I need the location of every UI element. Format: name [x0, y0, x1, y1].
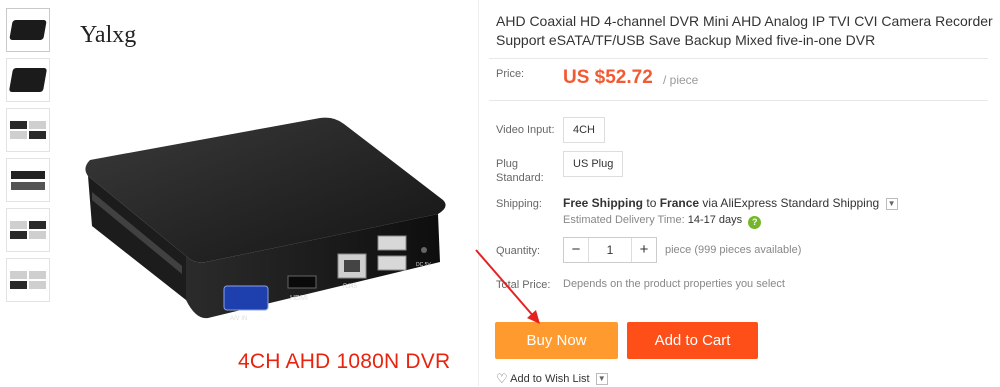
dvr-thumb-image [10, 271, 46, 289]
buy-now-button[interactable]: Buy Now [495, 322, 618, 359]
total-price-text: Depends on the product properties you se… [563, 278, 785, 290]
dvr-thumb-image [8, 68, 48, 92]
dvr-thumb-image [10, 121, 46, 139]
thumbnail-4[interactable] [6, 158, 50, 202]
total-price-label: Total Price: [496, 279, 551, 291]
divider [489, 58, 988, 59]
delivery-days: 14-17 days [687, 214, 743, 226]
rj45-label: RJ45 [343, 284, 358, 290]
shipping-country[interactable]: France [660, 196, 699, 210]
thumbnail-1[interactable] [6, 8, 50, 52]
chevron-down-icon[interactable]: ▼ [885, 198, 898, 210]
shipping-label: Shipping: [496, 198, 542, 210]
quantity-input[interactable]: 1 [588, 238, 632, 262]
thumbnail-strip [6, 8, 52, 308]
quantity-label: Quantity: [496, 245, 541, 257]
wish-list-label: Add to Wish List [510, 373, 590, 385]
vga-port [223, 285, 269, 311]
thumbnail-2[interactable] [6, 58, 50, 102]
quantity-stepper: − 1 + [563, 237, 657, 263]
price-unit: / piece [663, 73, 699, 87]
price-label: Price: [496, 68, 525, 80]
price-value: US $52.72 [563, 67, 653, 88]
add-to-cart-button[interactable]: Add to Cart [627, 322, 758, 359]
dvr-thumb-image [11, 170, 45, 190]
heart-icon: ♡ [496, 371, 508, 386]
dvr-device-illustration: A/V IN HDMI RJ45 DC 5V [85, 117, 446, 322]
power-label: DC 5V [416, 262, 431, 268]
delivery-estimate-label: Estimated Delivery Time: [563, 214, 685, 226]
product-info-panel: AHD Coaxial HD 4-channel DVR Mini AHD An… [478, 0, 1000, 386]
dvr-thumb-image [9, 20, 47, 40]
video-input-label: Video Input: [496, 124, 555, 136]
quantity-plus-button[interactable]: + [632, 238, 656, 262]
quantity-minus-button[interactable]: − [564, 238, 588, 262]
power-jack [421, 247, 427, 253]
vga-label: A/V IN [230, 316, 247, 322]
chevron-down-icon[interactable]: ▼ [595, 373, 608, 385]
thumbnail-5[interactable] [6, 208, 50, 252]
divider [489, 100, 988, 101]
plug-standard-label-line1: Plug [496, 158, 519, 170]
free-shipping-text: Free Shipping [563, 196, 644, 210]
shipping-method: via AliExpress Standard Shipping [702, 196, 880, 210]
dvr-thumb-image [10, 221, 46, 239]
add-to-wish-list-link[interactable]: ♡ Add to Wish List ▼ [496, 371, 608, 387]
hdmi-label: HDMI [290, 295, 308, 302]
plug-standard-label-line2: Standard: [496, 172, 544, 184]
shipping-to-text: to [646, 196, 657, 210]
plug-option-us[interactable]: US Plug [563, 151, 624, 177]
usb-port-1 [377, 235, 407, 251]
thumbnail-6[interactable] [6, 258, 50, 302]
thumbnail-3[interactable] [6, 108, 50, 152]
main-product-image: Yalxg A/V IN HDMI RJ45 DC 5V 4CH AHD 108… [58, 0, 478, 386]
video-input-option-4ch[interactable]: 4CH [563, 117, 606, 143]
question-icon[interactable]: ? [748, 216, 762, 229]
delivery-estimate: Estimated Delivery Time: 14-17 days ? [563, 214, 762, 229]
hdmi-port [287, 275, 317, 289]
product-title: AHD Coaxial HD 4-channel DVR Mini AHD An… [496, 13, 993, 48]
usb-port-2 [377, 255, 407, 271]
shipping-info: Free Shipping to France via AliExpress S… [563, 196, 898, 210]
image-caption: 4CH AHD 1080N DVR [238, 350, 451, 373]
quantity-availability: piece (999 pieces available) [665, 244, 802, 256]
